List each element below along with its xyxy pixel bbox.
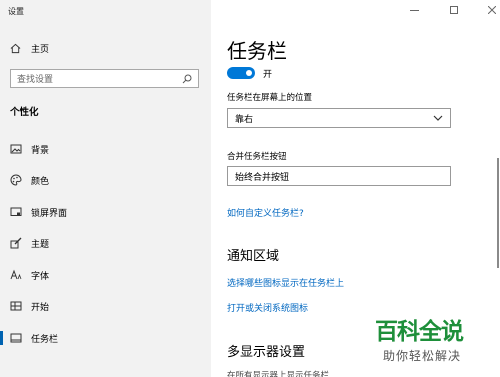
watermark-sub: 助你轻松解决: [383, 349, 462, 363]
sidebar-item-fonts[interactable]: 字体: [0, 265, 211, 285]
page-title: 任务栏: [227, 39, 287, 63]
home-nav-item[interactable]: 主页: [10, 41, 49, 55]
minimize-icon: [409, 9, 419, 11]
watermark-logo: 百科全说 助你轻松解决: [373, 312, 497, 372]
maximize-button[interactable]: [447, 3, 461, 17]
main-content: 任务栏 开 任务栏在屏幕上的位置 靠右 合并任务栏按钮 始终合并按钮 如何自定义…: [211, 0, 500, 377]
sidebar: 设置 主页 查找设置 个性化 背景 颜色 锁屏界面 主题 字体 开始 任务栏: [0, 0, 211, 377]
sidebar-item-taskbar[interactable]: 任务栏: [0, 328, 211, 348]
sidebar-item-label: 字体: [31, 271, 50, 282]
combine-dropdown[interactable]: 始终合并按钮: [227, 166, 451, 186]
system-icons-link[interactable]: 打开或关闭系统图标: [227, 301, 308, 314]
multi-display-partial-text: 在所有显示器上显示任务栏: [227, 371, 330, 377]
customize-taskbar-link[interactable]: 如何自定义任务栏?: [227, 206, 304, 219]
sidebar-item-background[interactable]: 背景: [0, 139, 211, 159]
sidebar-item-label: 锁屏界面: [31, 208, 68, 219]
taskbar-icon: [10, 332, 22, 344]
lockscreen-icon: [10, 206, 22, 218]
close-icon: [488, 6, 496, 14]
combine-value: 始终合并按钮: [235, 172, 290, 183]
sidebar-item-label: 颜色: [31, 176, 50, 187]
maximize-icon: [450, 6, 458, 14]
chevron-down-icon: [433, 115, 443, 121]
sidebar-item-label: 任务栏: [31, 334, 59, 345]
start-grid-icon: [10, 300, 22, 312]
image-icon: [10, 143, 22, 155]
home-icon: [10, 43, 21, 53]
sidebar-item-themes[interactable]: 主题: [0, 233, 211, 253]
position-value: 靠右: [235, 114, 254, 125]
search-icon: [182, 74, 192, 83]
sidebar-item-lockscreen[interactable]: 锁屏界面: [0, 202, 211, 222]
taskbar-lock-toggle[interactable]: [227, 67, 255, 79]
sidebar-item-label: 背景: [31, 145, 50, 156]
search-placeholder: 查找设置: [17, 75, 54, 85]
sidebar-item-label: 主题: [31, 239, 50, 250]
search-input[interactable]: 查找设置: [10, 69, 199, 88]
combine-label: 合并任务栏按钮: [227, 152, 287, 162]
close-button[interactable]: [485, 3, 499, 17]
sidebar-item-label: 开始: [31, 302, 50, 313]
multi-display-heading: 多显示器设置: [227, 345, 306, 360]
watermark-main: 百科全说: [375, 319, 464, 345]
app-title: 设置: [8, 7, 24, 16]
minimize-button[interactable]: [407, 3, 421, 17]
position-label: 任务栏在屏幕上的位置: [227, 93, 313, 103]
font-icon: [10, 269, 22, 281]
home-label: 主页: [31, 44, 50, 55]
sidebar-item-start[interactable]: 开始: [0, 296, 211, 316]
toggle-state-label: 开: [263, 70, 273, 80]
sidebar-item-colors[interactable]: 颜色: [0, 170, 211, 190]
palette-icon: [10, 174, 22, 186]
section-heading: 个性化: [10, 107, 39, 118]
select-icons-link[interactable]: 选择哪些图标显示在任务栏上: [227, 276, 344, 289]
position-dropdown[interactable]: 靠右: [227, 108, 451, 128]
notification-area-heading: 通知区域: [227, 249, 280, 264]
scrollbar[interactable]: [497, 158, 499, 268]
theme-brush-icon: [10, 237, 22, 249]
